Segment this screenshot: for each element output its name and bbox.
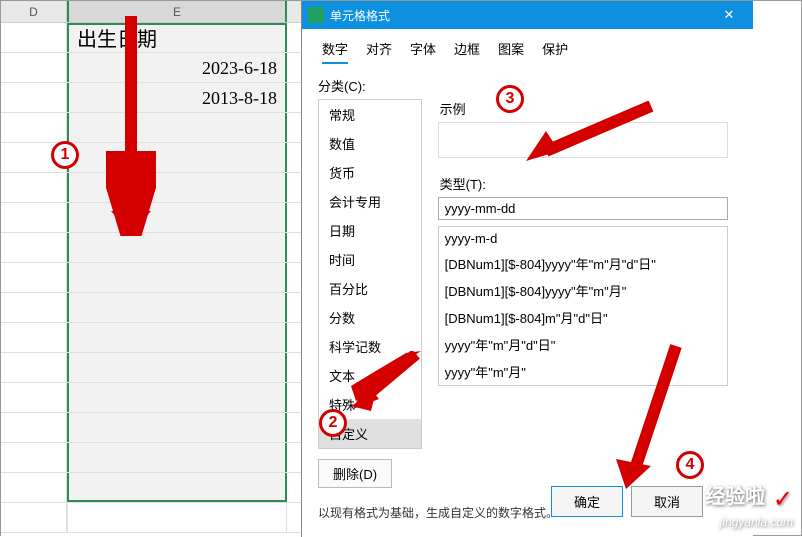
col-header-d[interactable]: D [1, 1, 67, 22]
watermark-en: jingyanla.com [720, 515, 793, 529]
dialog-title: 单元格格式 [330, 7, 711, 24]
category-time[interactable]: 时间 [319, 245, 421, 274]
category-text[interactable]: 文本 [319, 361, 421, 390]
header-cell[interactable]: 出生日期 [67, 23, 287, 52]
column-headers: D E [1, 1, 301, 23]
tab-number[interactable]: 数字 [322, 39, 348, 64]
type-option[interactable]: [DBNum1][$-804]yyyy"年"m"月"d"日" [439, 250, 727, 277]
type-option[interactable]: yyyy"年"m"月" [439, 358, 727, 385]
type-option[interactable]: [DBNum1][$-804]yyyy"年"m"月" [439, 277, 727, 304]
tab-font[interactable]: 字体 [410, 39, 436, 64]
watermark-cn: 经验啦 [705, 486, 765, 508]
category-general[interactable]: 常规 [319, 100, 421, 129]
step-badge-3: 3 [496, 85, 524, 113]
table-row [1, 263, 301, 293]
check-icon: ✓ [773, 485, 793, 514]
col-header-e[interactable]: E [67, 1, 287, 22]
tab-border[interactable]: 边框 [454, 39, 480, 64]
type-option[interactable]: yyyy-m-d [439, 227, 727, 250]
table-row [1, 143, 301, 173]
cell[interactable] [1, 53, 67, 82]
table-row: 2023-6-18 [1, 53, 301, 83]
type-list[interactable]: yyyy-m-d [DBNum1][$-804]yyyy"年"m"月"d"日" … [438, 226, 728, 386]
category-scientific[interactable]: 科学记数 [319, 332, 421, 361]
table-row: 2013-8-18 [1, 83, 301, 113]
date-cell[interactable]: 2013-8-18 [67, 83, 287, 112]
watermark: 经验啦 ✓ jingyanla.com [705, 480, 793, 529]
category-date[interactable]: 日期 [319, 216, 421, 245]
category-accounting[interactable]: 会计专用 [319, 187, 421, 216]
type-option[interactable]: [DBNum1][$-804]m"月"d"日" [439, 304, 727, 331]
ok-button[interactable]: 确定 [551, 486, 623, 517]
type-label: 类型(T): [440, 174, 728, 193]
step-badge-2: 2 [319, 409, 347, 437]
category-currency[interactable]: 货币 [319, 158, 421, 187]
type-option[interactable]: m"月"d"日" [439, 385, 727, 386]
delete-button[interactable]: 删除(D) [318, 459, 392, 488]
category-number[interactable]: 数值 [319, 129, 421, 158]
table-row [1, 473, 301, 503]
sample-label: 示例 [440, 99, 728, 118]
cell[interactable] [1, 83, 67, 112]
table-row [1, 413, 301, 443]
step-badge-4: 4 [676, 451, 704, 479]
date-cell[interactable]: 2023-6-18 [67, 53, 287, 82]
dialog-titlebar: 单元格格式 ✕ [302, 1, 753, 29]
table-row [1, 233, 301, 263]
table-row: 出生日期 [1, 23, 301, 53]
category-percent[interactable]: 百分比 [319, 274, 421, 303]
step-badge-1: 1 [51, 141, 79, 169]
category-list[interactable]: 常规 数值 货币 会计专用 日期 时间 百分比 分数 科学记数 文本 特殊 自定… [318, 99, 422, 449]
table-row [1, 383, 301, 413]
table-row [1, 203, 301, 233]
table-row [1, 443, 301, 473]
dialog-tabs: 数字 对齐 字体 边框 图案 保护 [302, 29, 753, 72]
table-row [1, 173, 301, 203]
type-option[interactable]: yyyy"年"m"月"d"日" [439, 331, 727, 358]
table-row [1, 113, 301, 143]
tab-align[interactable]: 对齐 [366, 39, 392, 64]
spreadsheet-grid: D E 出生日期 2023-6-18 2013-8-18 [1, 1, 301, 537]
cell[interactable] [1, 23, 67, 52]
category-fraction[interactable]: 分数 [319, 303, 421, 332]
table-row [1, 293, 301, 323]
type-input[interactable] [438, 197, 728, 220]
tab-pattern[interactable]: 图案 [498, 39, 524, 64]
close-icon[interactable]: ✕ [711, 7, 747, 23]
cancel-button[interactable]: 取消 [631, 486, 703, 517]
table-row [1, 323, 301, 353]
table-row [1, 353, 301, 383]
table-row [1, 503, 301, 533]
category-label: 分类(C): [318, 76, 737, 95]
tab-protect[interactable]: 保护 [542, 39, 568, 64]
app-icon [308, 7, 324, 23]
sample-box [438, 122, 728, 158]
